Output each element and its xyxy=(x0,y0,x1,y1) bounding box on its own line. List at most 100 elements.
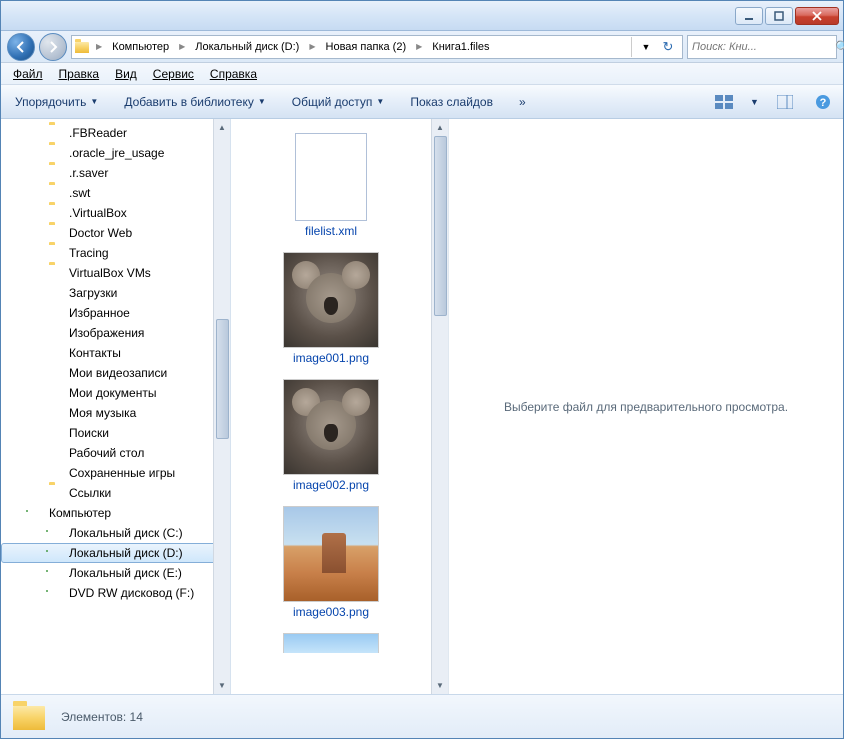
tree-item[interactable]: DVD RW дисковод (F:) xyxy=(1,583,230,603)
scroll-up-icon[interactable]: ▲ xyxy=(214,119,230,136)
folder-icon xyxy=(49,265,65,281)
menu-tools[interactable]: Сервис xyxy=(147,65,200,83)
tree-item-label: Локальный диск (D:) xyxy=(69,546,183,560)
close-button[interactable] xyxy=(795,7,839,25)
more-button[interactable]: » xyxy=(513,91,532,113)
tree-item[interactable]: Изображения xyxy=(1,323,230,343)
chevron-right-icon[interactable]: ▶ xyxy=(305,42,319,51)
tree-item[interactable]: .FBReader xyxy=(1,123,230,143)
preview-placeholder-text: Выберите файл для предварительного просм… xyxy=(504,400,788,414)
view-options-button[interactable] xyxy=(712,90,736,114)
drive-icon xyxy=(49,545,65,561)
tree-item[interactable]: Моя музыка xyxy=(1,403,230,423)
file-item[interactable]: image002.png xyxy=(279,375,383,496)
slideshow-button[interactable]: Показ слайдов xyxy=(404,91,499,113)
tree-item[interactable]: Tracing xyxy=(1,243,230,263)
special-icon xyxy=(49,345,65,361)
menu-edit[interactable]: Правка xyxy=(53,65,106,83)
tree-item[interactable]: Локальный диск (D:) xyxy=(1,543,230,563)
tree-item[interactable]: .VirtualBox xyxy=(1,203,230,223)
tree-item-label: .oracle_jre_usage xyxy=(69,146,164,160)
tree-item[interactable]: Локальный диск (C:) xyxy=(1,523,230,543)
tree-item[interactable]: VirtualBox VMs xyxy=(1,263,230,283)
tree-item[interactable]: .r.saver xyxy=(1,163,230,183)
search-input[interactable] xyxy=(692,41,835,53)
tree-item[interactable]: Мои документы xyxy=(1,383,230,403)
file-thumbnail xyxy=(295,133,367,221)
file-item[interactable]: image003.png xyxy=(279,502,383,623)
chevron-right-icon[interactable]: ▶ xyxy=(412,42,426,51)
tree-item[interactable]: Компьютер xyxy=(1,503,230,523)
dropdown-icon[interactable]: ▼ xyxy=(636,37,656,57)
tree-item[interactable]: Doctor Web xyxy=(1,223,230,243)
share-button[interactable]: Общий доступ▼ xyxy=(286,91,391,113)
breadcrumb-item[interactable]: Новая папка (2) xyxy=(320,36,413,58)
breadcrumb[interactable]: ▶ Компьютер ▶ Локальный диск (D:) ▶ Нова… xyxy=(71,35,683,59)
menu-file[interactable]: Файл xyxy=(7,65,49,83)
scrollbar-thumb[interactable] xyxy=(216,319,229,439)
tree-item[interactable]: Рабочий стол xyxy=(1,443,230,463)
maximize-button[interactable] xyxy=(765,7,793,25)
special-icon xyxy=(49,285,65,301)
search-icon[interactable]: 🔍 xyxy=(835,40,844,54)
tree-item-label: VirtualBox VMs xyxy=(69,266,151,280)
minimize-button[interactable] xyxy=(735,7,763,25)
chevron-down-icon[interactable]: ▼ xyxy=(750,97,759,107)
tree-item-label: Контакты xyxy=(69,346,121,360)
help-button[interactable]: ? xyxy=(811,90,835,114)
chevron-right-icon[interactable]: ▶ xyxy=(175,42,189,51)
folder-icon xyxy=(49,245,65,261)
folder-icon xyxy=(13,702,49,732)
tree-item[interactable]: Ссылки xyxy=(1,483,230,503)
tree-item-label: Tracing xyxy=(69,246,109,260)
tree-item[interactable]: Поиски xyxy=(1,423,230,443)
tree-item[interactable]: Контакты xyxy=(1,343,230,363)
tree-item[interactable]: Загрузки xyxy=(1,283,230,303)
tree-item[interactable]: Сохраненные игры xyxy=(1,463,230,483)
chevron-right-icon[interactable]: ▶ xyxy=(92,42,106,51)
tree-item[interactable]: Избранное xyxy=(1,303,230,323)
special-icon xyxy=(49,305,65,321)
tree-item-label: Поиски xyxy=(69,426,109,440)
add-to-library-button[interactable]: Добавить в библиотеку▼ xyxy=(118,91,271,113)
tree-scrollbar[interactable]: ▲ ▼ xyxy=(213,119,230,694)
file-thumbnail xyxy=(283,506,379,602)
search-box[interactable]: 🔍 xyxy=(687,35,837,59)
preview-pane: Выберите файл для предварительного просм… xyxy=(448,119,843,694)
tree-item-label: .VirtualBox xyxy=(69,206,127,220)
menu-help[interactable]: Справка xyxy=(204,65,263,83)
breadcrumb-item[interactable]: Книга1.files xyxy=(426,36,495,58)
tree-item[interactable]: .swt xyxy=(1,183,230,203)
back-button[interactable] xyxy=(7,33,35,61)
drive-icon xyxy=(49,525,65,541)
tree-item-label: Изображения xyxy=(69,326,144,340)
file-item[interactable] xyxy=(279,629,383,657)
organize-button[interactable]: Упорядочить▼ xyxy=(9,91,104,113)
tree-item-label: Компьютер xyxy=(49,506,111,520)
refresh-icon[interactable]: ↻ xyxy=(658,37,678,57)
file-list[interactable]: filelist.xmlimage001.pngimage002.pngimag… xyxy=(231,119,431,694)
tree-item-label: Мои видеозаписи xyxy=(69,366,167,380)
breadcrumb-item[interactable]: Компьютер xyxy=(106,36,175,58)
preview-pane-button[interactable] xyxy=(773,90,797,114)
navigation-tree[interactable]: .FBReader .oracle_jre_usage .r.saver.swt .V… xyxy=(1,119,231,694)
tree-item[interactable]: Локальный диск (E:) xyxy=(1,563,230,583)
forward-button[interactable] xyxy=(39,33,67,61)
folder-icon xyxy=(49,145,65,161)
tree-item-label: Мои документы xyxy=(69,386,156,400)
file-item[interactable]: filelist.xml xyxy=(291,129,371,242)
scroll-up-icon[interactable]: ▲ xyxy=(432,119,448,136)
chevron-down-icon: ▼ xyxy=(376,97,384,106)
menu-view[interactable]: Вид xyxy=(109,65,143,83)
tree-item[interactable]: .oracle_jre_usage xyxy=(1,143,230,163)
explorer-window: ▶ Компьютер ▶ Локальный диск (D:) ▶ Нова… xyxy=(0,0,844,739)
scroll-down-icon[interactable]: ▼ xyxy=(214,677,230,694)
breadcrumb-item[interactable]: Локальный диск (D:) xyxy=(189,36,305,58)
folder-icon xyxy=(49,225,65,241)
tree-item[interactable]: Мои видеозаписи xyxy=(1,363,230,383)
file-item[interactable]: image001.png xyxy=(279,248,383,369)
scroll-down-icon[interactable]: ▼ xyxy=(432,677,448,694)
scrollbar-thumb[interactable] xyxy=(434,136,447,316)
file-scrollbar[interactable]: ▲ ▼ xyxy=(431,119,448,694)
titlebar xyxy=(1,1,843,31)
